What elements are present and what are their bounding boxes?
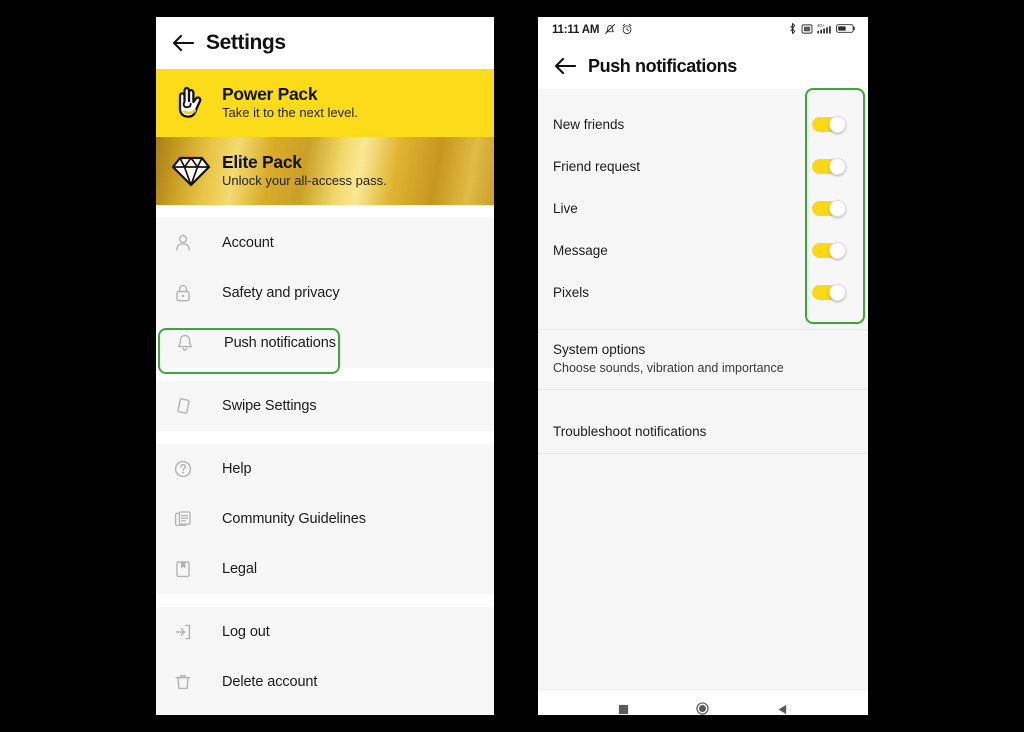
promo-subtitle: Unlock your all-access pass. xyxy=(222,173,387,189)
promo-power-pack[interactable]: Power Pack Take it to the next level. xyxy=(156,69,494,137)
header-spacer xyxy=(538,89,868,103)
alarm-clock-icon xyxy=(621,23,633,38)
mute-bell-icon xyxy=(604,23,616,38)
switch-knob xyxy=(829,157,846,175)
rock-hand-icon xyxy=(168,82,214,124)
toggle-label: Live xyxy=(553,200,578,216)
swipe-card-icon xyxy=(170,396,196,416)
toggle-switch-message[interactable] xyxy=(812,241,846,259)
group-separator xyxy=(156,205,494,218)
status-bar: 11:11 AM 4G+ xyxy=(538,17,868,43)
battery-icon xyxy=(836,23,856,37)
toggle-row-new-friends[interactable]: New friends xyxy=(538,103,868,145)
group-separator xyxy=(156,368,494,381)
toggle-row-friend-request[interactable]: Friend request xyxy=(538,145,868,187)
promo-title: Elite Pack xyxy=(222,151,302,172)
toggle-row-message[interactable]: Message xyxy=(538,229,868,271)
sidebar-item-label: Community Guidelines xyxy=(222,511,366,527)
option-title: Troubleshoot notifications xyxy=(553,424,707,440)
menu-group-session: Log out Delete account xyxy=(156,607,494,707)
book-bookmark-icon xyxy=(170,559,196,579)
question-circle-icon xyxy=(170,459,196,479)
promo-subtitle: Take it to the next level. xyxy=(222,105,358,121)
promo-elite-pack[interactable]: Elite Pack Unlock your all-access pass. xyxy=(156,137,494,205)
signal-4g-icon: 4G+ xyxy=(817,22,832,38)
sidebar-item-log-out[interactable]: Log out xyxy=(156,607,494,657)
sidebar-item-label: Log out xyxy=(222,624,270,640)
group-separator xyxy=(156,594,494,607)
home-circle-icon[interactable] xyxy=(696,690,710,716)
settings-header: Settings xyxy=(156,17,494,69)
sidebar-item-legal[interactable]: Legal xyxy=(156,544,494,594)
sidebar-item-label: Push notifications xyxy=(224,335,336,351)
notification-toggle-list: New friends Friend request Live Message … xyxy=(538,103,868,313)
toggle-row-live[interactable]: Live xyxy=(538,187,868,229)
toggle-switch-live[interactable] xyxy=(812,199,846,217)
sidebar-item-account[interactable]: Account xyxy=(156,218,494,268)
lock-icon xyxy=(170,283,196,303)
push-notifications-header: Push notifications xyxy=(538,43,868,89)
toggle-row-pixels[interactable]: Pixels xyxy=(538,271,868,313)
toggle-switch-friend-request[interactable] xyxy=(812,157,846,175)
sidebar-item-safety-and-privacy[interactable]: Safety and privacy xyxy=(156,268,494,318)
toggle-label: Pixels xyxy=(553,284,590,300)
switch-knob xyxy=(829,115,846,133)
promo-title: Power Pack xyxy=(222,83,318,104)
logout-icon xyxy=(170,622,196,642)
toggle-label: Friend request xyxy=(553,158,641,174)
page-title: Settings xyxy=(206,31,286,54)
sidebar-item-community-guidelines[interactable]: Community Guidelines xyxy=(156,494,494,544)
option-title: System options xyxy=(553,342,646,357)
page-title: Push notifications xyxy=(588,55,737,76)
trash-icon xyxy=(170,672,196,692)
status-time: 11:11 AM xyxy=(552,24,600,36)
menu-group-swipe: Swipe Settings xyxy=(156,381,494,431)
menu-group-account: Account Safety and privacy Push notifica… xyxy=(156,218,494,368)
android-nav-bar xyxy=(538,689,868,715)
sidebar-item-push-notifications[interactable]: Push notifications xyxy=(158,318,494,368)
sidebar-item-label: Legal xyxy=(222,561,257,577)
sidebar-item-help[interactable]: Help xyxy=(156,444,494,494)
option-row-system-options[interactable]: System options Choose sounds, vibration … xyxy=(538,330,868,389)
recents-square-icon[interactable] xyxy=(618,690,629,716)
sidebar-item-label: Delete account xyxy=(222,674,318,690)
sidebar-item-label: Swipe Settings xyxy=(222,398,317,414)
switch-knob xyxy=(829,283,846,301)
screenshot-icon xyxy=(801,23,813,38)
toggle-label: New friends xyxy=(553,116,625,132)
bluetooth-icon xyxy=(788,22,797,38)
sidebar-item-label: Account xyxy=(222,235,274,251)
settings-phone-panel: Settings Power Pack Take it to the next … xyxy=(156,17,494,715)
sidebar-item-swipe-settings[interactable]: Swipe Settings xyxy=(156,381,494,431)
sidebar-item-label: Safety and privacy xyxy=(222,285,340,301)
back-arrow-icon[interactable] xyxy=(170,30,196,56)
push-notifications-phone-panel: 11:11 AM 4G+ Push notifications New frie… xyxy=(538,17,868,715)
sidebar-item-label: Help xyxy=(222,461,252,477)
back-arrow-icon[interactable] xyxy=(552,53,578,79)
document-stack-icon xyxy=(170,509,196,529)
toggle-label: Message xyxy=(553,242,608,258)
empty-area xyxy=(538,454,868,715)
switch-knob xyxy=(829,199,846,217)
menu-group-info: Help Community Guidelines Legal xyxy=(156,444,494,594)
toggle-switch-pixels[interactable] xyxy=(812,283,846,301)
back-triangle-icon[interactable] xyxy=(777,690,788,716)
bell-icon xyxy=(172,333,198,353)
option-row-troubleshoot-notifications[interactable]: Troubleshoot notifications xyxy=(538,412,868,453)
sidebar-item-delete-account[interactable]: Delete account xyxy=(156,657,494,707)
switch-knob xyxy=(829,241,846,259)
group-separator xyxy=(156,431,494,444)
diamond-icon xyxy=(168,152,214,190)
option-subtitle: Choose sounds, vibration and importance xyxy=(553,361,784,376)
toggle-switch-new-friends[interactable] xyxy=(812,115,846,133)
svg-text:4G+: 4G+ xyxy=(817,23,826,28)
person-icon xyxy=(170,233,196,253)
